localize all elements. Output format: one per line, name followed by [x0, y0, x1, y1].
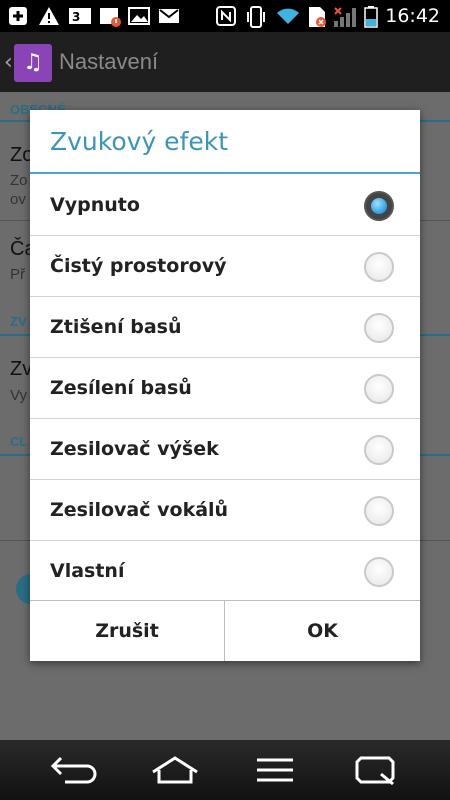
gmail-icon	[159, 9, 179, 23]
title-divider	[30, 172, 420, 174]
status-bar: 3 16:42	[0, 0, 450, 32]
home-icon[interactable]	[147, 752, 203, 788]
setting-subtitle: ov	[10, 191, 26, 208]
recent-apps-icon[interactable]	[347, 752, 403, 788]
menu-icon[interactable]	[247, 752, 303, 788]
radio-unselected-icon[interactable]	[364, 374, 394, 404]
wifi-icon	[277, 8, 299, 24]
option-label: Ztišení basů	[50, 316, 182, 338]
option-label: Čistý prostorový	[50, 255, 227, 277]
option-label: Zesilovač vokálů	[50, 499, 229, 521]
option-clear-surround[interactable]: Čistý prostorový	[30, 236, 420, 297]
section-header-cl: CL	[10, 434, 28, 449]
page-title: Nastavení	[59, 49, 159, 74]
radio-selected-icon[interactable]	[364, 191, 394, 221]
status-time: 16:42	[385, 5, 440, 27]
radio-unselected-icon[interactable]	[364, 557, 394, 587]
option-bass-reduce[interactable]: Ztišení basů	[30, 297, 420, 358]
calendar-alert-icon	[100, 8, 121, 27]
option-off[interactable]: Vypnuto	[30, 175, 420, 236]
setting-subtitle: Př	[10, 266, 25, 283]
warning-icon	[39, 7, 59, 25]
setting-subtitle: Vy	[10, 387, 27, 404]
dialog-title: Zvukový efekt	[50, 127, 229, 156]
image-icon	[128, 7, 150, 25]
option-label: Zesilovač výšek	[50, 438, 219, 460]
sim-icon	[309, 7, 326, 27]
option-treble-boost[interactable]: Zesilovač výšek	[30, 419, 420, 480]
setting-title[interactable]: Zv	[10, 358, 32, 381]
option-custom[interactable]: Vlastní	[30, 541, 420, 602]
radio-unselected-icon[interactable]	[364, 496, 394, 526]
section-header-sound: ZV	[10, 314, 27, 329]
svg-text:3: 3	[72, 10, 80, 24]
up-chevron-icon[interactable]: ‹	[4, 50, 13, 75]
navigation-bar	[0, 740, 450, 800]
3g-icon: 3	[69, 8, 91, 24]
app-bar: ‹ ♫ Nastavení	[0, 32, 450, 92]
sound-effect-dialog: Zvukový efekt Vypnuto Čistý prostorový Z…	[30, 110, 420, 661]
ok-button[interactable]: OK	[225, 601, 420, 661]
battery-icon	[364, 6, 378, 28]
radio-unselected-icon[interactable]	[364, 252, 394, 282]
option-label: Vypnuto	[50, 194, 140, 216]
radio-unselected-icon[interactable]	[364, 313, 394, 343]
setting-subtitle: Zo	[10, 172, 28, 189]
cancel-button[interactable]: Zrušit	[30, 601, 224, 661]
add-icon	[9, 7, 27, 25]
music-icon[interactable]: ♫	[14, 44, 52, 82]
option-label: Zesílení basů	[50, 377, 192, 399]
signal-icon	[334, 7, 356, 27]
vibrate-icon	[247, 6, 265, 28]
nfc-icon	[216, 6, 236, 26]
option-label: Vlastní	[50, 560, 125, 582]
option-vocal-boost[interactable]: Zesilovač vokálů	[30, 480, 420, 541]
radio-unselected-icon[interactable]	[364, 435, 394, 465]
back-icon[interactable]	[47, 752, 103, 788]
option-bass-boost[interactable]: Zesílení basů	[30, 358, 420, 419]
